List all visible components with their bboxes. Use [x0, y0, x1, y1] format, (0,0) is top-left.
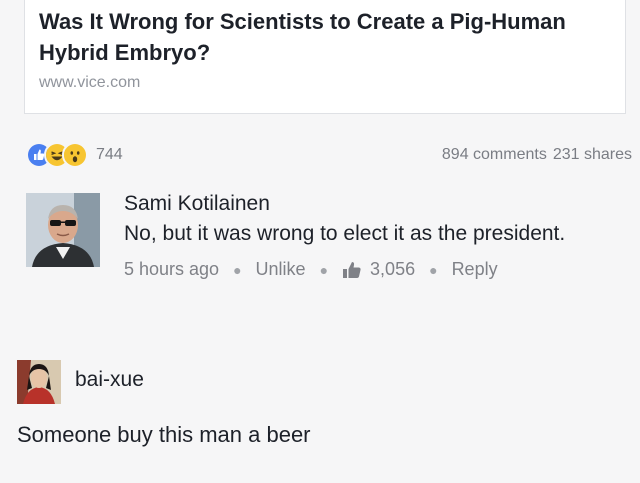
unlike-button[interactable]: Unlike	[256, 259, 306, 280]
like-count-value: 3,056	[370, 259, 416, 279]
post-stats: 894 comments 231 shares	[442, 146, 632, 164]
wow-icon	[62, 142, 88, 168]
facebook-post-screenshot: Was It Wrong for Scientists to Create a …	[0, 0, 640, 483]
comment-timestamp[interactable]: 5 hours ago	[124, 259, 219, 280]
reactions-bar: 744 894 comments 231 shares	[26, 140, 632, 170]
separator-dot: ●	[233, 261, 242, 278]
comment-author[interactable]: Sami Kotilainen	[124, 190, 604, 218]
link-title[interactable]: Was It Wrong for Scientists to Create a …	[39, 6, 611, 68]
shares-count[interactable]: 231 shares	[553, 146, 632, 164]
avatar[interactable]	[17, 360, 61, 404]
reaction-summary[interactable]: 744	[26, 142, 123, 168]
comment-actions: 5 hours ago ● Unlike ● 3,056 ● Reply	[124, 259, 604, 280]
separator-dot: ●	[319, 261, 329, 278]
avatar[interactable]	[26, 193, 100, 267]
separator-dot: ●	[429, 261, 438, 278]
comments-count[interactable]: 894 comments	[442, 146, 547, 164]
reply-author[interactable]: bai-xue	[75, 368, 144, 392]
link-preview-card[interactable]: Was It Wrong for Scientists to Create a …	[24, 0, 626, 114]
link-domain: www.vice.com	[39, 74, 141, 91]
reply-text: Someone buy this man a beer	[17, 422, 311, 447]
thumbs-up-icon	[343, 261, 361, 278]
reply-button[interactable]: Reply	[452, 259, 498, 280]
reaction-count[interactable]: 744	[96, 146, 123, 164]
comment-text: No, but it was wrong to elect it as the …	[124, 222, 566, 245]
comment-like-count[interactable]: 3,056	[342, 259, 415, 280]
comment-body: Sami Kotilainen No, but it was wrong to …	[124, 190, 604, 280]
